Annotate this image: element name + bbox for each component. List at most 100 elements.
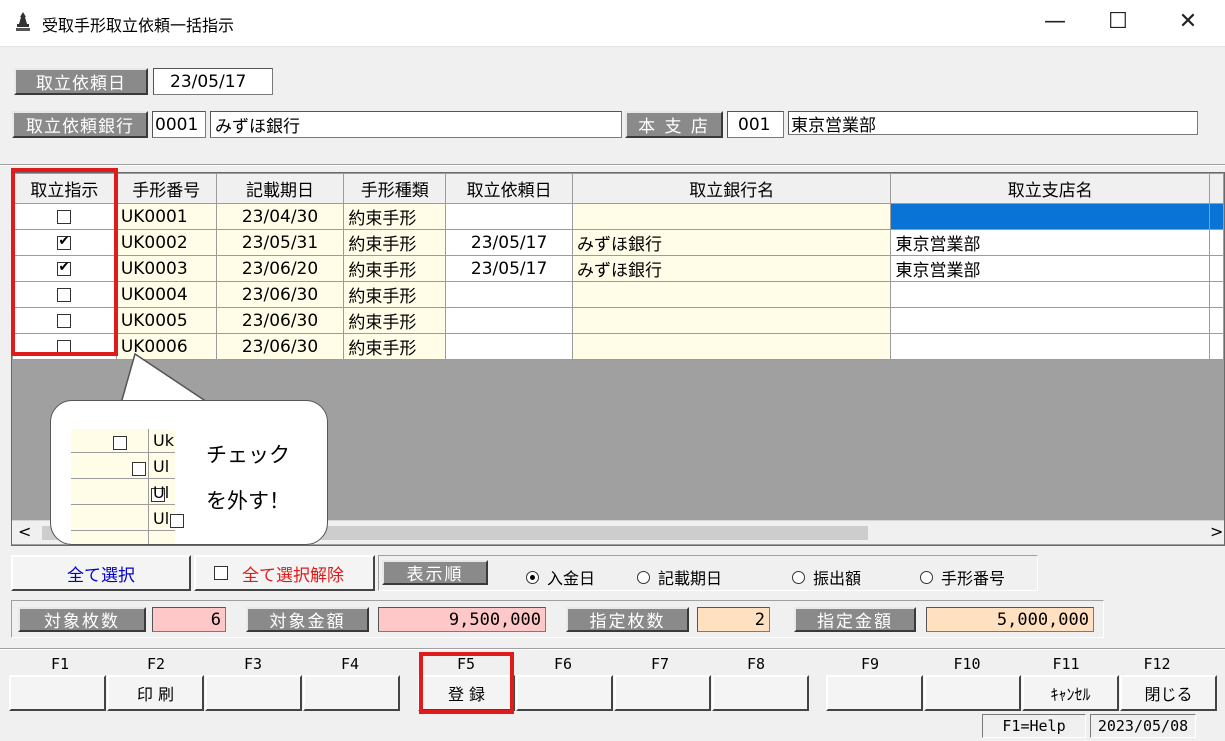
footer-divider: [0, 648, 1225, 650]
specified-count-label: 指定枚数: [566, 607, 689, 632]
specified-count-field: 2: [697, 607, 770, 632]
table-row[interactable]: UK000323/06/20約束手形23/05/17みずほ銀行東京営業部: [12, 255, 1224, 282]
bill-type-cell: 約束手形: [343, 203, 447, 230]
snippet-text: Ul: [153, 483, 170, 502]
col-header-request-date[interactable]: 取立依頼日: [445, 173, 573, 204]
branch-name-cell[interactable]: [890, 281, 1210, 308]
radio-icon[interactable]: [792, 570, 805, 584]
maximize-button[interactable]: ☐: [1088, 4, 1148, 40]
bill-number-cell: UK0001: [115, 203, 217, 230]
radio-icon[interactable]: [526, 570, 539, 584]
cancel-button[interactable]: ｷｬﾝｾﾙ: [1022, 675, 1119, 711]
row-spacer-cell: [1208, 333, 1224, 360]
request-date-cell: [445, 203, 573, 230]
deselect-all-button[interactable]: 全て選択解除: [194, 555, 375, 591]
col-header-bill-number[interactable]: 手形番号: [115, 173, 217, 204]
status-help: F1=Help: [982, 714, 1086, 738]
request-date-label: 取立依頼日: [14, 68, 148, 95]
sort-option-due-date[interactable]: 記載期日: [637, 565, 722, 589]
row-spacer-cell: [1208, 203, 1224, 230]
fkey-label-f7: F7: [650, 655, 670, 673]
bank-name-cell: みずほ銀行: [571, 229, 892, 256]
f7-button[interactable]: [614, 675, 711, 711]
request-date-field[interactable]: 23/05/17: [153, 68, 273, 95]
close-window-button[interactable]: 閉じる: [1120, 675, 1217, 711]
minimize-button[interactable]: —: [1025, 4, 1085, 40]
branch-name-cell[interactable]: [890, 333, 1210, 360]
table-row[interactable]: UK0005 23/06/30 約束手形: [12, 307, 1224, 334]
target-amount-label: 対象金額: [246, 607, 369, 632]
due-date-cell: 23/05/31: [215, 229, 345, 256]
col-header-branch-name[interactable]: 取立支店名: [890, 173, 1210, 204]
print-button[interactable]: 印 刷: [107, 675, 204, 711]
branch-name-field: 東京営業部: [788, 111, 1198, 136]
highlight-checkbox-column: [11, 168, 118, 356]
bill-type-cell: 約束手形: [343, 281, 447, 308]
fkey-label-f12: F12: [1143, 655, 1171, 673]
request-date-cell: [445, 333, 573, 360]
bill-number-cell: UK0005: [115, 307, 217, 334]
bank-name-cell: [571, 203, 892, 230]
bank-name-field: みずほ銀行: [210, 111, 622, 138]
callout-text-line2: を外す！: [206, 489, 290, 513]
request-date-cell: [445, 281, 573, 308]
table-row[interactable]: UK0001 23/04/30 約束手形: [12, 203, 1224, 230]
close-button[interactable]: ✕: [1158, 4, 1218, 40]
status-date: 2023/05/08: [1090, 714, 1196, 738]
fkey-label-f1: F1: [50, 655, 70, 673]
due-date-cell: 23/06/30: [215, 281, 345, 308]
scroll-right-icon[interactable]: >: [1210, 522, 1223, 541]
sort-option-payment-date[interactable]: 入金日: [526, 565, 595, 589]
branch-name-cell[interactable]: [890, 307, 1210, 334]
fkey-label-f9: F9: [860, 655, 880, 673]
snippet-checkbox: [132, 461, 147, 476]
request-bank-label: 取立依頼銀行: [12, 111, 148, 138]
sort-option-issue-amount[interactable]: 振出額: [792, 565, 861, 589]
app-icon: [16, 12, 30, 31]
select-all-button[interactable]: 全て選択: [11, 555, 191, 591]
specified-amount-label: 指定金額: [794, 607, 916, 632]
f4-button[interactable]: [303, 675, 400, 711]
highlight-register-button: [419, 652, 514, 714]
table-row[interactable]: UK000223/05/31約束手形23/05/17みずほ銀行東京営業部: [12, 229, 1224, 256]
branch-name-cell[interactable]: 東京営業部: [890, 229, 1210, 256]
row-spacer-cell: [1208, 307, 1224, 334]
fkey-label-f4: F4: [340, 655, 360, 673]
sort-option-label: 振出額: [813, 569, 862, 588]
f8-button[interactable]: [712, 675, 809, 711]
sort-option-bill-number[interactable]: 手形番号: [920, 565, 1005, 589]
deselect-all-checkbox: [214, 566, 228, 580]
f6-button[interactable]: [516, 675, 613, 711]
scroll-left-icon[interactable]: <: [18, 522, 31, 541]
f10-button[interactable]: [924, 675, 1021, 711]
table-row[interactable]: UK0004 23/06/30 約束手形: [12, 281, 1224, 308]
bill-type-cell: 約束手形: [343, 307, 447, 334]
fkey-label-f8: F8: [746, 655, 766, 673]
due-date-cell: 23/04/30: [215, 203, 345, 230]
row-spacer-cell: [1208, 229, 1224, 256]
branch-code-field[interactable]: 001: [727, 111, 784, 138]
bill-number-cell: UK0004: [115, 281, 217, 308]
snippet-text: Uk: [153, 431, 174, 450]
snippet-text: Ul: [153, 509, 170, 528]
branch-name-cell[interactable]: 東京営業部: [890, 255, 1210, 282]
bank-name-cell: みずほ銀行: [571, 255, 892, 282]
fkey-label-f10: F10: [953, 655, 981, 673]
col-header-due-date[interactable]: 記載期日: [215, 173, 345, 204]
f9-button[interactable]: [826, 675, 923, 711]
radio-icon[interactable]: [637, 570, 650, 584]
f3-button[interactable]: [205, 675, 302, 711]
snippet-text: Ul: [153, 457, 170, 476]
f1-button[interactable]: [9, 675, 106, 711]
bank-name-cell: [571, 281, 892, 308]
branch-name-cell[interactable]: [890, 203, 1210, 230]
display-order-label: 表示順: [382, 560, 488, 585]
bank-code-field[interactable]: 0001: [152, 111, 206, 138]
col-header-bill-type[interactable]: 手形種類: [343, 173, 447, 204]
sort-option-label: 記載期日: [658, 569, 723, 588]
due-date-cell: 23/06/30: [215, 307, 345, 334]
col-header-bank-name[interactable]: 取立銀行名: [571, 173, 892, 204]
target-count-field: 6: [152, 607, 226, 632]
radio-icon[interactable]: [920, 570, 933, 584]
bill-type-cell: 約束手形: [343, 255, 447, 282]
